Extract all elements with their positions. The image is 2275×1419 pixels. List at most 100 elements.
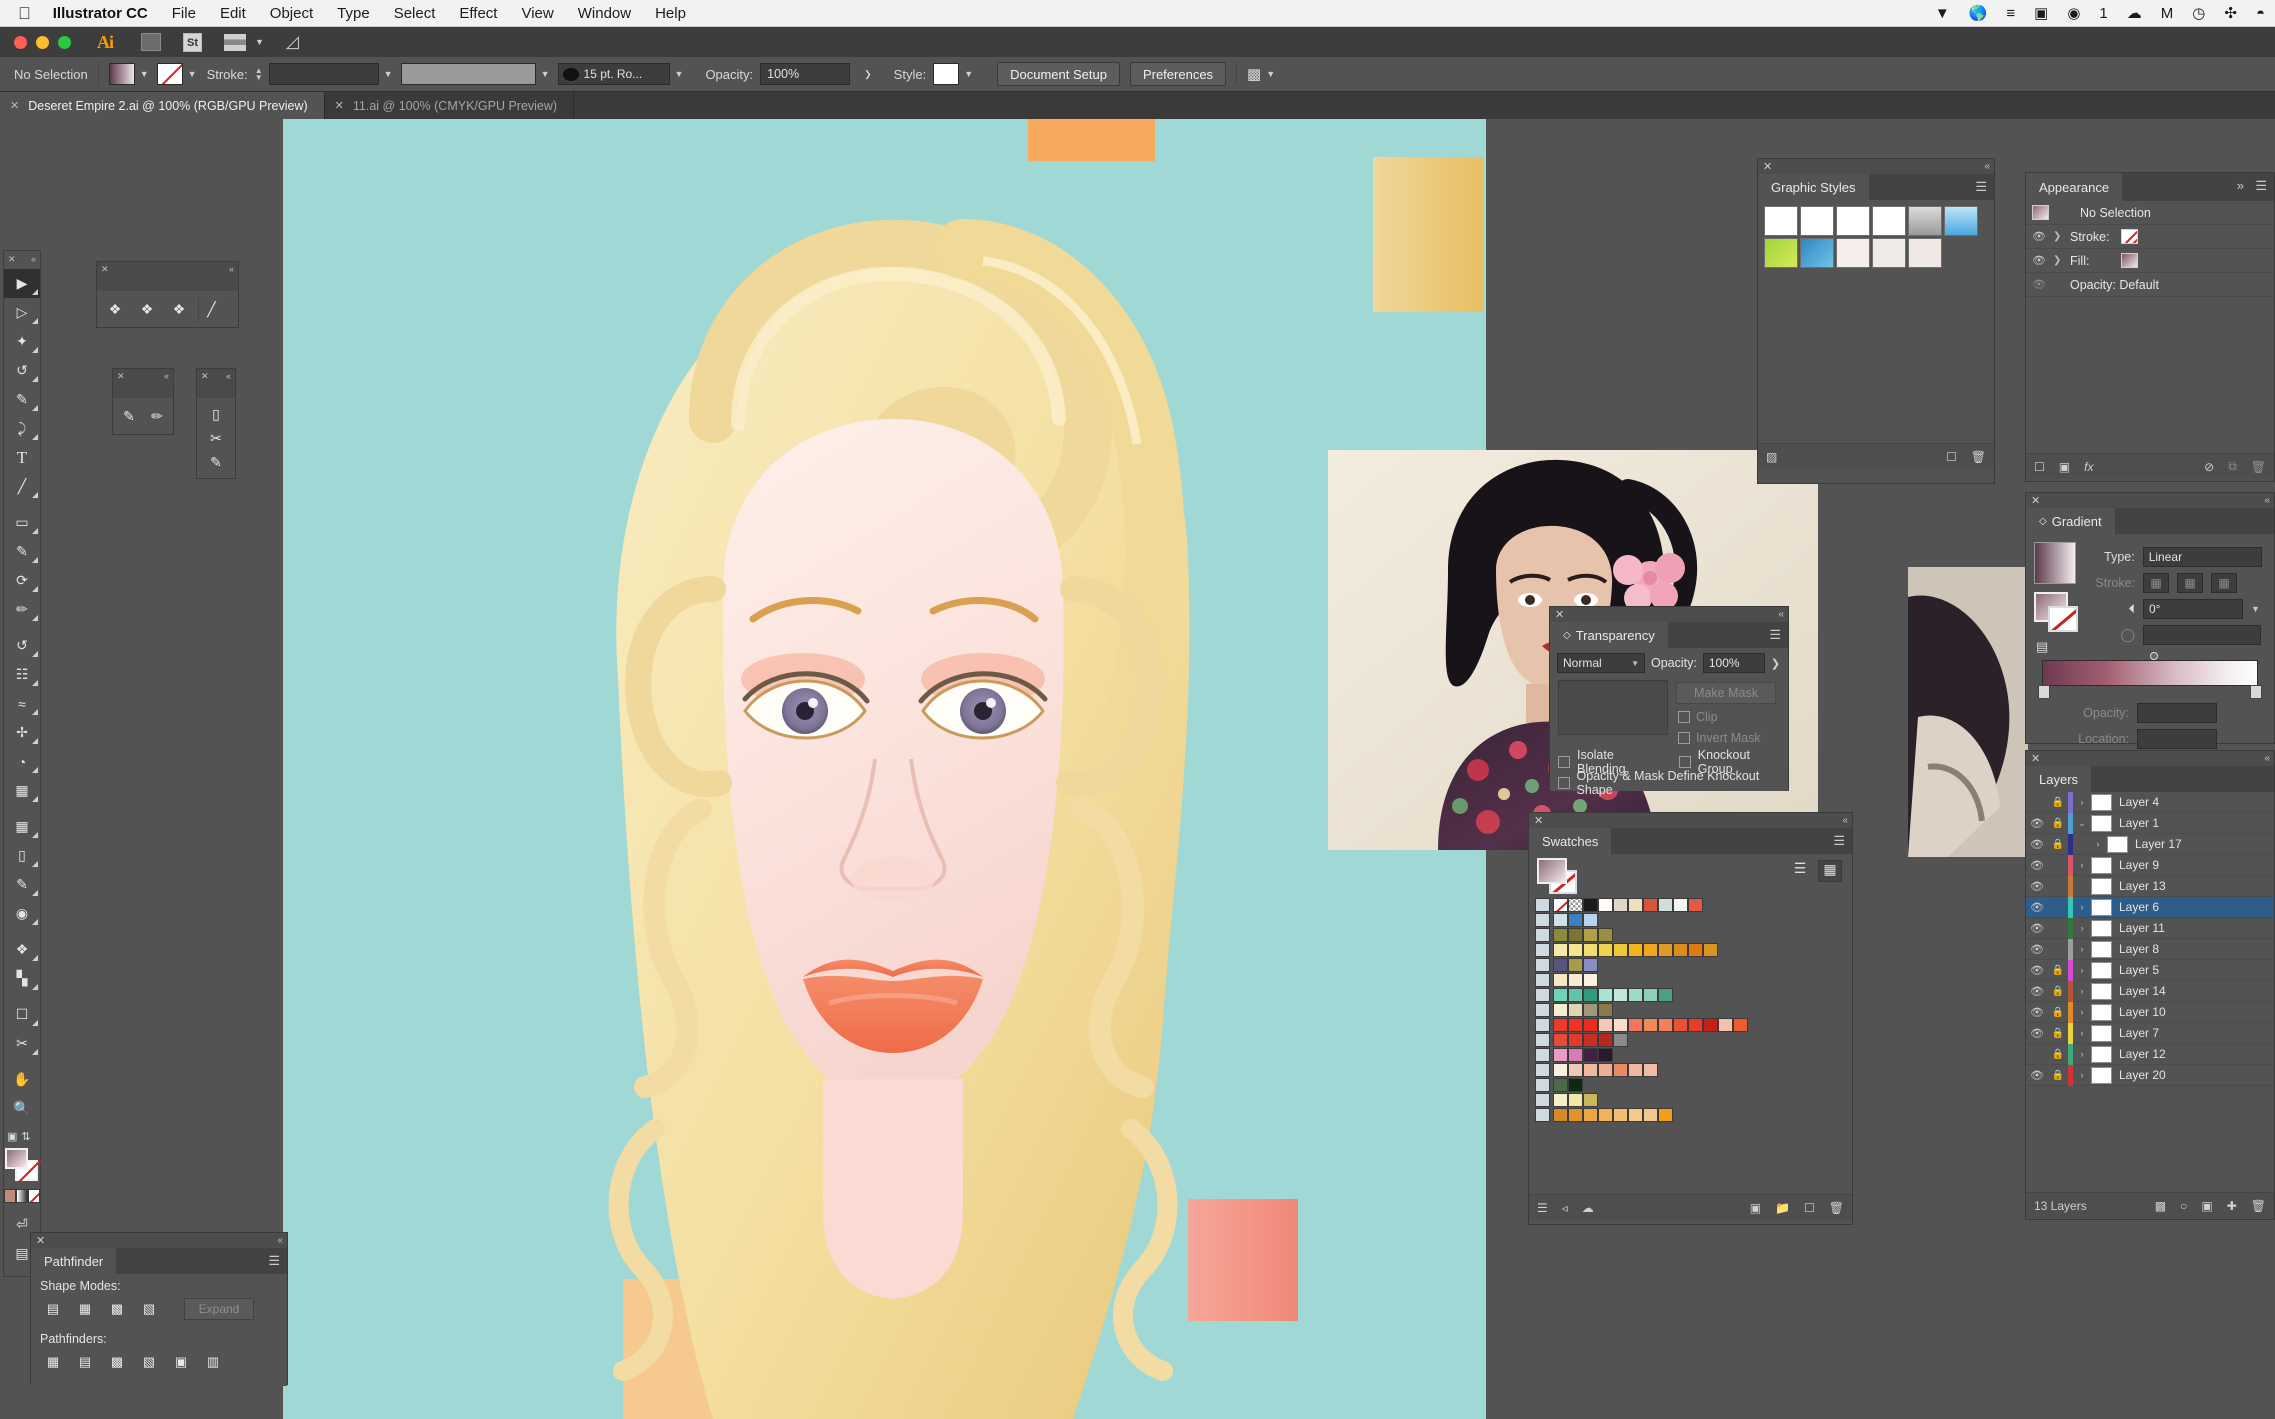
column-graph-tool[interactable]: ▚ [4, 964, 40, 993]
document-setup-button[interactable]: Document Setup [997, 62, 1120, 86]
color-swatch[interactable] [1598, 988, 1613, 1002]
eraser-icon[interactable]: ▯ [203, 402, 229, 426]
color-swatch[interactable] [1613, 1108, 1628, 1122]
layer-row[interactable]: 👁 🔒 › Layer 5 [2026, 959, 2274, 981]
layer-expand-toggle[interactable]: › [2073, 797, 2091, 807]
layer-visibility-toggle[interactable]: 👁 [2026, 838, 2048, 851]
swatch-none[interactable] [1553, 898, 1568, 912]
color-swatch[interactable] [1553, 958, 1568, 972]
angle-chevron-down-icon[interactable]: ▼ [2251, 604, 2260, 614]
layer-name-label[interactable]: Layer 1 [2119, 816, 2159, 830]
layer-expand-toggle[interactable]: › [2073, 1028, 2091, 1038]
collapse-icon[interactable]: « [2264, 495, 2269, 506]
layer-expand-toggle[interactable]: › [2073, 902, 2091, 912]
graphic-style-swatch[interactable] [1872, 206, 1906, 236]
close-icon[interactable]: ✕ [101, 264, 109, 275]
unite-icon[interactable]: ▤ [40, 1297, 66, 1321]
close-icon[interactable]: ✕ [201, 371, 209, 382]
flyout-grip[interactable]: ✕ « [197, 369, 235, 383]
layer-expand-toggle[interactable]: ⌄ [2073, 818, 2091, 829]
color-group-swatch[interactable] [1535, 1003, 1550, 1017]
line-segment-tool[interactable]: ╱ [4, 472, 40, 501]
mesh-tool[interactable]: ▦ [4, 812, 40, 841]
panel-grip[interactable]: ✕ « [2026, 751, 2274, 766]
color-swatch[interactable] [1643, 1018, 1658, 1032]
color-group-swatch[interactable] [1535, 1078, 1550, 1092]
layer-row[interactable]: 👁 🔒 › Layer 17 [2026, 833, 2274, 855]
document-tab-active[interactable]: ✕ Deseret Empire 2.ai @ 100% (RGB/GPU Pr… [0, 92, 325, 119]
menu-app-name[interactable]: Illustrator CC [53, 5, 148, 22]
close-icon[interactable]: ✕ [335, 99, 344, 112]
close-icon[interactable]: ✕ [117, 371, 125, 382]
color-swatch[interactable] [1733, 1018, 1748, 1032]
color-swatch[interactable] [1568, 1108, 1583, 1122]
pathfinder-body[interactable]: Shape Modes: ▤ ▦ ▩ ▧ Expand Pathfinders:… [31, 1274, 287, 1386]
minus-back-icon[interactable]: ▥ [200, 1350, 226, 1374]
menu-select[interactable]: Select [394, 5, 436, 22]
color-group-swatch[interactable] [1535, 958, 1550, 972]
layers-footer[interactable]: 13 Layers ▩ ○ ▣ ✚ 🗑 [2026, 1192, 2274, 1218]
panel-grip[interactable]: ✕ « [31, 1233, 287, 1248]
color-swatch[interactable] [1553, 1063, 1568, 1077]
list-view-icon[interactable]: ☰ [1788, 860, 1812, 882]
layer-expand-toggle[interactable]: › [2073, 1070, 2091, 1080]
visibility-eye-icon[interactable]: 👁 [2032, 278, 2046, 291]
flyout-grip[interactable]: ✕ « [113, 369, 173, 383]
merge-icon[interactable]: ▩ [104, 1350, 130, 1374]
locate-object-icon[interactable]: ○ [2180, 1199, 2187, 1213]
outline-icon[interactable]: ▣ [168, 1350, 194, 1374]
pathfinders-row[interactable]: ▦ ▤ ▩ ▧ ▣ ▥ [31, 1348, 287, 1380]
magic-wand-tool[interactable]: ✦ [4, 327, 40, 356]
intersect-icon[interactable]: ▩ [104, 1297, 130, 1321]
duplicate-item-icon[interactable]: ⧉ [2228, 459, 2237, 474]
color-swatch[interactable] [1583, 943, 1598, 957]
collapse-icon[interactable]: « [2264, 753, 2269, 764]
blend-tool[interactable]: ◉ [4, 899, 40, 928]
zoom-tool[interactable]: 🔍 [4, 1094, 40, 1123]
layer-visibility-toggle[interactable]: 👁 [2026, 1027, 2048, 1040]
color-swatch[interactable] [1553, 973, 1568, 987]
color-swatch[interactable] [1658, 898, 1673, 912]
menu-view[interactable]: View [521, 5, 553, 22]
flyout-grip[interactable]: ✕ « [97, 262, 238, 276]
mask-thumbnail-area[interactable] [1558, 680, 1668, 735]
panel-grip[interactable]: ✕ « [1550, 607, 1788, 622]
layer-name-label[interactable]: Layer 7 [2119, 1026, 2159, 1040]
align-chevron-icon[interactable]: ▼ [1266, 69, 1275, 79]
color-group-swatch[interactable] [1535, 1063, 1550, 1077]
layer-visibility-toggle[interactable]: 👁 [2026, 1006, 2048, 1019]
collapse-icon[interactable]: « [1842, 815, 1847, 826]
layer-lock-toggle[interactable]: 🔒 [2048, 1007, 2068, 1018]
collapse-icon[interactable]: « [31, 254, 36, 264]
fill-dropdown-chevron-icon[interactable]: ▼ [140, 69, 149, 79]
color-swatch[interactable] [1658, 988, 1673, 1002]
transparency-controls[interactable]: Normal ▼ Opacity: 100% ❯ Make Mask Clip … [1550, 648, 1788, 797]
appearance-row-opacity[interactable]: 👁 Opacity: Default [2026, 273, 2274, 297]
color-group-icon[interactable]: ☁ [1582, 1201, 1594, 1215]
make-clipping-mask-icon[interactable]: ▩ [2155, 1199, 2166, 1213]
width-tool[interactable]: ≈ [4, 689, 40, 718]
close-icon[interactable]: ✕ [8, 254, 16, 265]
panel-tab-bar[interactable]: Pathfinder ☰ [31, 1248, 287, 1274]
layer-visibility-toggle[interactable]: 👁 [2026, 964, 2048, 977]
perspective-grid-tool[interactable]: ▦ [4, 776, 40, 805]
color-swatch[interactable] [1703, 1018, 1718, 1032]
graphic-style-swatch[interactable] [1908, 206, 1942, 236]
menu-file[interactable]: File [172, 5, 196, 22]
layer-visibility-toggle[interactable]: 👁 [2026, 859, 2048, 872]
color-swatch[interactable] [1583, 973, 1598, 987]
layer-row[interactable]: 👁 › Layer 8 [2026, 938, 2274, 960]
opacity-expand-icon[interactable]: ❯ [1771, 657, 1780, 670]
color-swatch[interactable] [1583, 913, 1598, 927]
preferences-button[interactable]: Preferences [1129, 62, 1227, 86]
color-swatch[interactable] [1643, 943, 1658, 957]
close-icon[interactable]: ✕ [36, 1234, 45, 1247]
stroke-gradient-within-icon[interactable]: ▦ [2143, 573, 2169, 593]
color-swatch[interactable] [1568, 1093, 1583, 1107]
minus-front-icon[interactable]: ▦ [72, 1297, 98, 1321]
layer-expand-toggle[interactable]: › [2073, 923, 2091, 933]
layer-visibility-toggle[interactable]: 👁 [2026, 817, 2048, 830]
gradient-stroke-swatch[interactable] [2048, 606, 2078, 632]
layer-name-label[interactable]: Layer 9 [2119, 858, 2159, 872]
layer-name-label[interactable]: Layer 14 [2119, 984, 2166, 998]
